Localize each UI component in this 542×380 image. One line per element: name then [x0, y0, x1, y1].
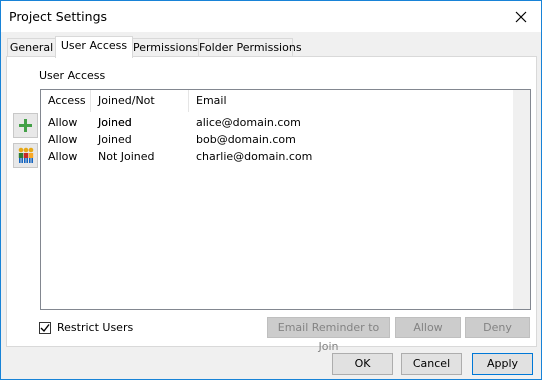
manage-users-button[interactable] [13, 143, 38, 168]
email-cell: charlie@domain.com [196, 150, 313, 163]
project-settings-window: Project Settings General User Access Per… [0, 0, 542, 380]
access-cell: Allow [48, 116, 78, 129]
close-icon [515, 11, 527, 23]
ok-button[interactable]: OK [332, 353, 393, 375]
joined-cell: Joined [98, 133, 132, 146]
table-row[interactable]: Allow Not Joined charlie@domain.com [41, 148, 511, 165]
cancel-button[interactable]: Cancel [401, 353, 462, 375]
user-access-panel: User Access Access Joined/Not Joined Ema… [6, 56, 537, 353]
tab-general[interactable]: General [7, 38, 56, 57]
email-reminder-button[interactable]: Email Reminder to Join [267, 317, 390, 353]
joined-cell: Not Joined [98, 150, 155, 163]
restrict-users-toggle[interactable]: Restrict Users [39, 321, 133, 334]
tab-folder-permissions[interactable]: Folder Permissions [198, 38, 302, 57]
restrict-users-checkbox[interactable] [39, 321, 51, 334]
add-user-button[interactable] [13, 113, 38, 138]
tab-user-access[interactable]: User Access [55, 36, 133, 58]
group-icon [18, 147, 33, 163]
close-button[interactable] [511, 7, 531, 27]
user-access-list[interactable]: Access Joined/Not Joined Email Allow Joi… [40, 89, 531, 310]
joined-cell: Joined [98, 116, 132, 129]
plus-icon [19, 119, 32, 132]
email-cell: bob@domain.com [196, 133, 296, 146]
column-header-access[interactable]: Access [41, 90, 91, 112]
list-header: Access Joined/Not Joined Email [41, 90, 530, 129]
email-cell: alice@domain.com [196, 116, 301, 129]
checkmark-icon [40, 323, 50, 332]
deny-button[interactable]: Deny [465, 317, 530, 338]
table-row[interactable]: Allow Joined bob@domain.com [41, 131, 511, 148]
access-cell: Allow [48, 150, 78, 163]
vertical-scrollbar[interactable] [513, 90, 530, 309]
column-header-joined[interactable]: Joined/Not Joined [91, 90, 189, 129]
apply-button[interactable]: Apply [472, 353, 533, 375]
user-access-label: User Access [39, 69, 106, 82]
title-bar: Project Settings [1, 1, 541, 32]
restrict-users-label: Restrict Users [57, 321, 134, 334]
access-cell: Allow [48, 133, 78, 146]
table-row[interactable]: Allow Joined alice@domain.com [41, 114, 511, 131]
window-title: Project Settings [9, 9, 108, 24]
allow-button[interactable]: Allow [395, 317, 461, 338]
tab-permissions[interactable]: Permissions [131, 38, 200, 57]
column-header-email[interactable]: Email [189, 90, 311, 112]
